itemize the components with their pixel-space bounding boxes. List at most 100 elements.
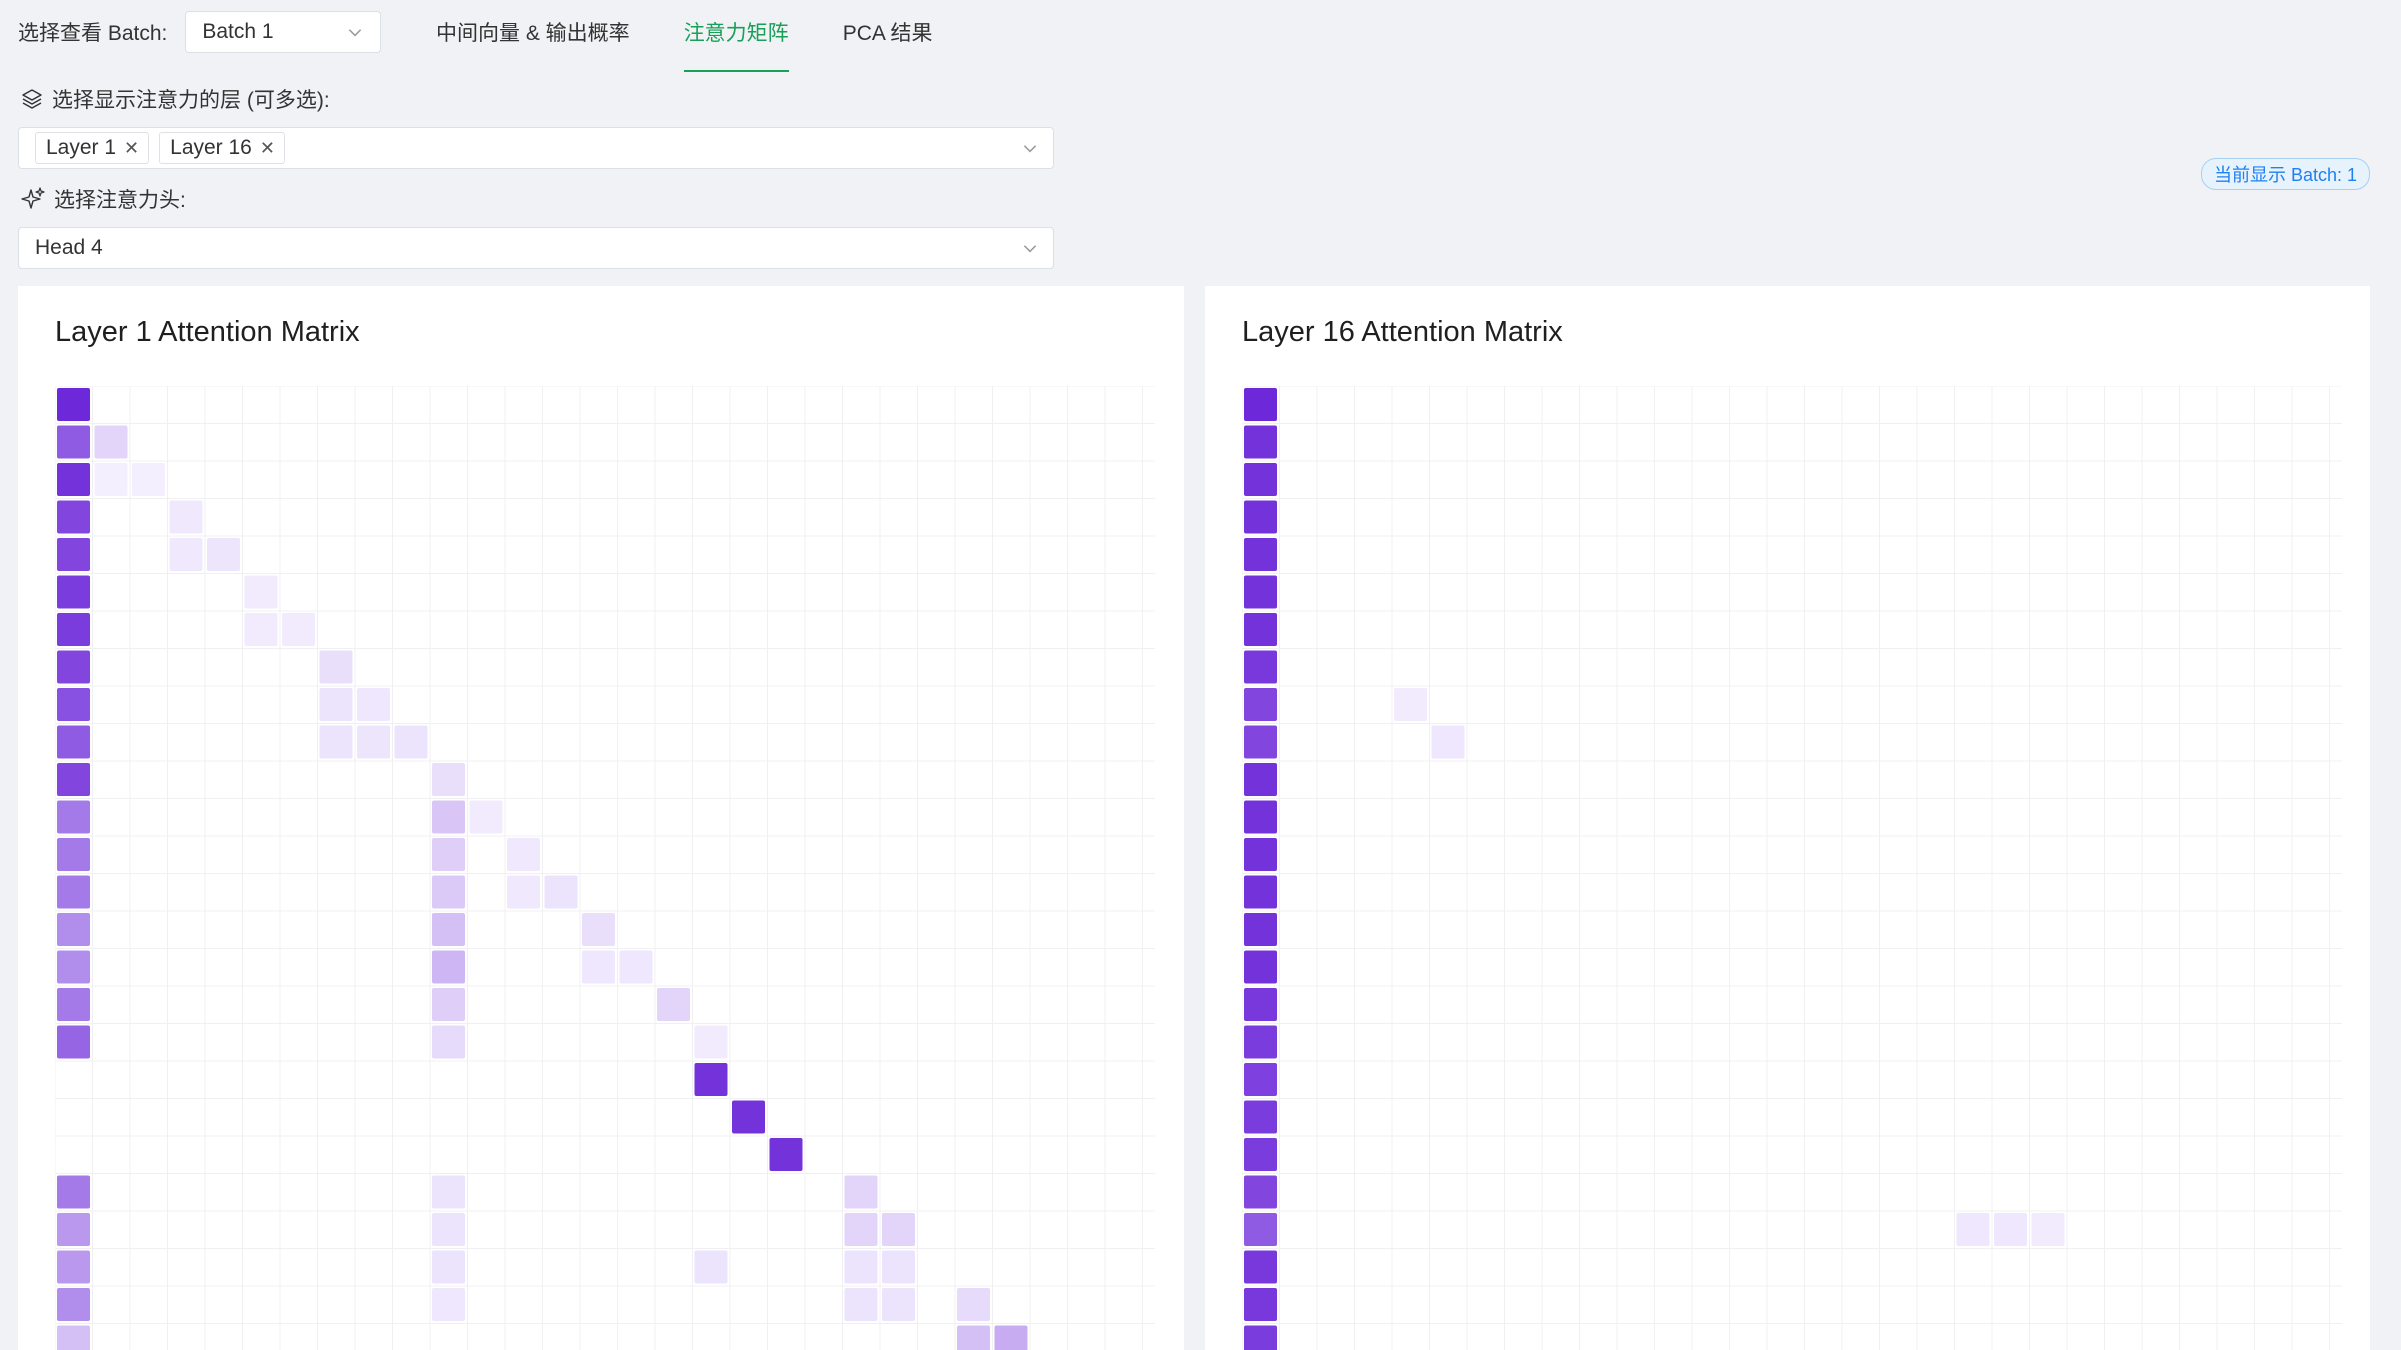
heatmap-cell[interactable] xyxy=(1244,463,1277,496)
heatmap-cell[interactable] xyxy=(1244,800,1277,834)
heatmap-cell[interactable] xyxy=(1244,1063,1277,1096)
heatmap-cell[interactable] xyxy=(507,838,540,871)
heatmap-cell[interactable] xyxy=(694,1250,728,1284)
heatmap-cell[interactable] xyxy=(319,650,353,684)
heatmap-cell[interactable] xyxy=(844,1175,878,1209)
heatmap-cell[interactable] xyxy=(57,1175,90,1209)
heatmap-cell[interactable] xyxy=(432,1250,465,1284)
heatmap-cell[interactable] xyxy=(844,1213,878,1246)
heatmap-cell[interactable] xyxy=(1244,575,1277,609)
heatmap-cell[interactable] xyxy=(432,763,465,796)
heatmap-cell[interactable] xyxy=(1244,1025,1277,1059)
heatmap-cell[interactable] xyxy=(432,950,465,984)
heatmap-cell[interactable] xyxy=(57,913,90,946)
heatmap-cell[interactable] xyxy=(57,650,90,684)
head-select[interactable]: Head 4 xyxy=(18,227,1054,269)
heatmap-cell[interactable] xyxy=(432,1025,465,1059)
heatmap-cell[interactable] xyxy=(1244,1138,1277,1171)
heatmap-cell[interactable] xyxy=(694,1063,728,1096)
tab-pca-results[interactable]: PCA 结果 xyxy=(843,10,933,54)
heatmap-cell[interactable] xyxy=(1244,1250,1277,1284)
heatmap-cell[interactable] xyxy=(57,575,90,609)
heatmap-cell[interactable] xyxy=(469,800,503,834)
heatmap-cell[interactable] xyxy=(694,1025,728,1059)
heatmap-cell[interactable] xyxy=(57,988,90,1021)
heatmap-cell[interactable] xyxy=(507,875,540,909)
heatmap-cell[interactable] xyxy=(57,1250,90,1284)
heatmap-cell[interactable] xyxy=(207,538,240,571)
heatmap-cell[interactable] xyxy=(844,1288,878,1321)
heatmap-cell[interactable] xyxy=(57,1325,90,1350)
heatmap-cell[interactable] xyxy=(1244,1175,1277,1209)
heatmap-cell[interactable] xyxy=(432,838,465,871)
heatmap-cell[interactable] xyxy=(1244,1213,1277,1246)
heatmap-cell[interactable] xyxy=(432,800,465,834)
heatmap-cell[interactable] xyxy=(432,988,465,1021)
heatmap-cell[interactable] xyxy=(769,1138,803,1171)
heatmap-cell[interactable] xyxy=(432,1213,465,1246)
heatmap-cell[interactable] xyxy=(957,1288,990,1321)
heatmap-cell[interactable] xyxy=(57,875,90,909)
heatmap-cell[interactable] xyxy=(319,725,353,759)
heatmap-cell[interactable] xyxy=(169,500,203,534)
heatmap-cell[interactable] xyxy=(1244,650,1277,684)
layer-multiselect[interactable]: Layer 1 ✕ Layer 16 ✕ xyxy=(18,127,1054,169)
heatmap-cell[interactable] xyxy=(1244,950,1277,984)
heatmap-cell[interactable] xyxy=(2031,1213,2065,1246)
heatmap-cell[interactable] xyxy=(1244,725,1277,759)
heatmap-cell[interactable] xyxy=(1244,838,1277,871)
heatmap-cell[interactable] xyxy=(57,725,90,759)
heatmap-cell[interactable] xyxy=(57,463,90,496)
heatmap-cell[interactable] xyxy=(1244,688,1277,721)
heatmap-cell[interactable] xyxy=(282,613,315,646)
heatmap-cell[interactable] xyxy=(1244,988,1277,1021)
heatmap-cell[interactable] xyxy=(57,1213,90,1246)
heatmap-cell[interactable] xyxy=(432,1288,465,1321)
heatmap-cell[interactable] xyxy=(1244,913,1277,946)
heatmap-cell[interactable] xyxy=(432,1175,465,1209)
heatmap-cell[interactable] xyxy=(619,950,653,984)
heatmap-cell[interactable] xyxy=(1244,388,1277,421)
heatmap-cell[interactable] xyxy=(132,463,165,496)
heatmap-cell[interactable] xyxy=(244,575,278,609)
heatmap-cell[interactable] xyxy=(57,1025,90,1059)
close-icon[interactable]: ✕ xyxy=(124,138,139,159)
heatmap-cell[interactable] xyxy=(394,725,428,759)
heatmap-cell[interactable] xyxy=(1394,688,1427,721)
heatmap-cell[interactable] xyxy=(1244,875,1277,909)
heatmap-cell[interactable] xyxy=(1244,1288,1277,1321)
heatmap-cell[interactable] xyxy=(244,613,278,646)
heatmap-cell[interactable] xyxy=(882,1213,915,1246)
heatmap-cell[interactable] xyxy=(582,950,615,984)
heatmap-cell[interactable] xyxy=(169,538,203,571)
heatmap-cell[interactable] xyxy=(544,875,578,909)
heatmap-cell[interactable] xyxy=(94,463,128,496)
heatmap-cell[interactable] xyxy=(1431,725,1465,759)
heatmap-cell[interactable] xyxy=(1244,425,1277,459)
heatmap-cell[interactable] xyxy=(357,688,390,721)
heatmap-cell[interactable] xyxy=(57,538,90,571)
close-icon[interactable]: ✕ xyxy=(260,138,275,159)
heatmap-cell[interactable] xyxy=(657,988,690,1021)
heatmap-cell[interactable] xyxy=(1244,763,1277,796)
heatmap-cell[interactable] xyxy=(57,800,90,834)
heatmap-cell[interactable] xyxy=(57,500,90,534)
heatmap-cell[interactable] xyxy=(57,388,90,421)
heatmap-cell[interactable] xyxy=(57,763,90,796)
tab-vectors-probabilities[interactable]: 中间向量 & 输出概率 xyxy=(436,10,630,54)
heatmap-cell[interactable] xyxy=(1244,613,1277,646)
heatmap-cell[interactable] xyxy=(1244,538,1277,571)
heatmap-cell[interactable] xyxy=(94,425,128,459)
batch-select[interactable]: Batch 1 xyxy=(185,11,382,53)
heatmap-cell[interactable] xyxy=(1244,1100,1277,1134)
heatmap-cell[interactable] xyxy=(994,1325,1028,1350)
heatmap-cell[interactable] xyxy=(844,1250,878,1284)
heatmap-cell[interactable] xyxy=(432,875,465,909)
heatmap-cell[interactable] xyxy=(882,1250,915,1284)
heatmap-cell[interactable] xyxy=(882,1288,915,1321)
heatmap-cell[interactable] xyxy=(432,913,465,946)
heatmap-cell[interactable] xyxy=(1956,1213,1990,1246)
heatmap-cell[interactable] xyxy=(319,688,353,721)
heatmap-cell[interactable] xyxy=(357,725,390,759)
heatmap-cell[interactable] xyxy=(957,1325,990,1350)
